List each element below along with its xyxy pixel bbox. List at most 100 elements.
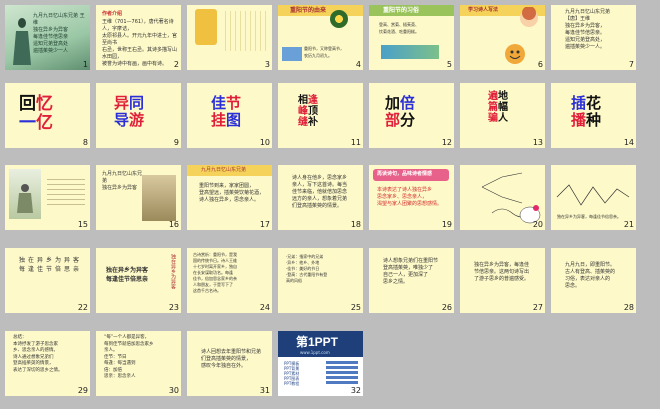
slide-body: 九月九日忆山东兄弟 独在异乡为异客 [102,171,143,191]
slide-number: 20 [532,220,543,229]
slide-number: 8 [82,138,88,147]
character-pair: 插花 播种 [571,94,602,129]
slide-thumbnail-1[interactable]: 九月九日忆山东兄弟 王维 独在异乡为异客 每逢佳节倍思亲 遥知兄弟登高处 遍插茱萸少一人… [5,5,90,70]
slide-thumbnail-11[interactable]: 相逢 峰顶 缝补 11 [278,83,363,148]
slide-number: 28 [623,303,634,312]
slide-body: 诗人想象兄弟们在重阳节 登高插茱萸，唯独少了 自己一人，更加深了 思乡之情。 [383,258,439,285]
slide-thumbnail-4[interactable]: 重阳节的由来 重阳节，又称登高节， 农历九月初九。 4 [278,5,363,70]
slide-title: 重阳节的由来 [290,7,327,14]
slide-title: 重阳节的习俗 [383,7,420,14]
brand-logo: 第1PPT [296,335,339,349]
slide-thumbnail-24[interactable]: 古诗赏析：重阳节，是我 国的传统节日。诗人王维 十七岁时离开家乡，独自 在长安谋取功名… [187,248,272,313]
character-pair: 相逢 峰顶 缝补 [298,95,318,128]
slide-body: 本诗表达了诗人独在异乡 思念家乡、思念亲人， 渴望与家人团聚的思想感情。 [377,187,443,207]
slide-number: 32 [350,386,361,395]
slide-thumbnail-27[interactable]: 独在异乡为异客，每逢佳 节倍思亲。这两句诗写出 了游子思乡的普遍感受。 27 [460,248,545,313]
cartoon-girl-icon [520,7,538,27]
slide-number: 22 [77,303,88,312]
slide-title: 九月九日忆山东兄弟 [201,167,247,173]
slide-number: 26 [441,303,452,312]
slide-caption: 独在异乡为异客，每逢佳节倍思亲。 [557,214,621,219]
slide-body: 九月九日，即重阳节。 古人有登高、插茱萸的 习俗，表达对亲人的 思念。 [565,262,616,289]
vertical-title: 独在异乡为异客 [170,254,176,289]
slide-thumbnail-2[interactable]: 作者介绍 王维（701—761），唐代著名诗人，字摩诘， 太原祁县人。开元九年中进… [96,5,181,70]
slide-thumbnail-9[interactable]: 异同 导游 9 [96,83,181,148]
slide-thumbnail-8[interactable]: 回忆 一亿 8 [5,83,90,148]
slide-body: 总结： 本诗抒发了游子思念家 乡、思念亲人的感情。 诗人通过想象兄弟们 登高插茱萸的情景… [13,335,63,373]
slide-number: 16 [168,220,179,229]
chrysanthemum-image [330,10,348,28]
slide-number: 21 [623,220,634,229]
slide-thumbnail-32[interactable]: 第1PPT www.1ppt.com PPT模板 PPT背景 PPT素材 PPT图表 P… [278,331,363,396]
character-pair: 遍地 篇幅 骗人 [488,91,508,124]
slide-thumbnail-25[interactable]: ·兄弟：指家中的兄弟 ·异乡：他乡、外地 ·佳节：美好的节日 ·登高：古代重阳节有登 … [278,248,363,313]
slide-number: 4 [355,60,361,69]
photo-strip [381,45,439,59]
mountain-painting [142,175,176,221]
slide-number: 3 [264,60,270,69]
slide-thumbnail-20[interactable]: 20 [460,165,545,230]
slide-thumbnail-21[interactable]: 独在异乡为异客，每逢佳节倍思亲。 21 [551,165,636,230]
slide-caption: 登高、赏菊、插茱萸、 饮菊花酒、吃重阳糕。 [379,22,419,34]
slide-heading: 作者介绍 [102,11,123,17]
slide-body: 诗人身在他乡，思念家乡 亲人，写下这首诗。每当 佳节来临，他就倍加思念 远方的亲人，想… [292,175,348,209]
slide-number: 17 [259,220,270,229]
slide-number: 18 [350,220,361,229]
slide-number: 24 [259,303,270,312]
slide-thumbnail-19[interactable]: 再读诗句，品味诗者情感 本诗表达了诗人独在异乡 思念家乡、思念亲人， 渴望与家人团聚… [369,165,454,230]
slide-thumbnail-15[interactable]: 15 [5,165,90,230]
link-list: PPT模板 PPT背景 PPT素材 PPT图表 PPT教程 [284,361,300,386]
slide-thumbnail-30[interactable]: “每”一个人都是异客， 每到佳节就倍加思念家乡 亲人。 佳节：节日 每逢：每当遇到 倍：加… [96,331,181,396]
text-block [221,11,269,51]
character-pair: 异同 导游 [114,94,145,129]
slide-thumbnail-14[interactable]: 插花 播种 14 [551,83,636,148]
slide-body: 古诗赏析：重阳节，是我 国的传统节日。诗人王维 十七岁时离开家乡，独自 在长安谋取功名… [193,252,237,293]
slide-thumbnail-28[interactable]: 九月九日，即重阳节。 古人有登高、插茱萸的 习俗，表达对亲人的 思念。 28 [551,248,636,313]
slide-body: 重阳节到来，家家团圆， 登高望远，插茱萸饮菊花酒， 诗人独在异乡，思念亲人。 [199,183,265,203]
slide-number: 27 [532,303,543,312]
slide-thumbnail-26[interactable]: 诗人想象兄弟们在重阳节 登高插茱萸，唯独少了 自己一人，更加深了 思乡之情。 26 [369,248,454,313]
poet-figure-icon [17,184,33,213]
character-pair: 佳节 挂图 [211,94,242,129]
character-pair: 加倍 部分 [385,94,416,129]
slide-thumbnail-13[interactable]: 遍地 篇幅 骗人 13 [460,83,545,148]
poet-figure-icon [13,18,31,65]
slide-number: 29 [77,386,88,395]
slide-thumbnail-12[interactable]: 加倍 部分 12 [369,83,454,148]
slide-thumbnail-17[interactable]: 九月九日忆山东兄弟 重阳节到来，家家团圆， 登高望远，插茱萸饮菊花酒， 诗人独在异乡… [187,165,272,230]
slide-thumbnail-3[interactable]: 3 [187,5,272,70]
slide-number: 19 [441,220,452,229]
slide-number: 7 [628,60,634,69]
slide-number: 30 [168,386,179,395]
poem-text: 九月九日忆山东兄弟 王维 独在异乡为异客 每逢佳节倍思亲 遥知兄弟登高处 遍插茱萸少一人 [33,13,85,54]
slide-body: 独在异乡为异客 每逢佳节倍思亲 [106,267,149,283]
slide-thumbnail-6[interactable]: 学习诗人写法 6 [460,5,545,70]
poem-text: 九月九日忆山东兄弟 【唐】王维 独在异乡为异客， 每逢佳节倍思亲。 遥知兄弟登高处， 遍插… [565,9,611,50]
book-illustration [195,9,217,45]
slide-number: 6 [537,60,543,69]
wave-diagram [556,184,630,206]
slide-thumbnail-23[interactable]: 独在异乡为异客 每逢佳节倍思亲 独在异乡为异客 23 [96,248,181,313]
slide-thumbnail-10[interactable]: 佳节 挂图 10 [187,83,272,148]
slide-body: “每”一个人都是异客， 每到佳节就倍加思念家乡 亲人。 佳节：节日 每逢：每当遇到 倍：加… [104,335,154,379]
slide-thumbnail-5[interactable]: 重阳节的习俗 登高、赏菊、插茱萸、 饮菊花酒、吃重阳糕。 5 [369,5,454,70]
slide-thumbnail-7[interactable]: 九月九日忆山东兄弟 【唐】王维 独在异乡为异客， 每逢佳节倍思亲。 遥知兄弟登高处， 遍插… [551,5,636,70]
slide-number: 2 [173,60,179,69]
slide-number: 25 [350,303,361,312]
slide-thumbnail-16[interactable]: 九月九日忆山东兄弟 独在异乡为异客 16 [96,165,181,230]
slide-body: 独在异乡为异客，每逢佳 节倍思亲。这两句诗写出 了游子思乡的普遍感受。 [474,262,530,282]
slide-number: 14 [623,138,634,147]
text-block [47,175,85,205]
slide-number: 13 [532,138,543,147]
slide-thumbnail-22[interactable]: 独在异乡为异客 每逢佳节倍思亲 22 [5,248,90,313]
slide-number: 5 [446,60,452,69]
slide-thumbnail-31[interactable]: 诗人回想去年重阳节和兄弟 们登高插茱萸的情景， 感叹今年独自在外。 31 [187,331,272,396]
slide-number: 31 [259,386,270,395]
slide-number: 12 [441,138,452,147]
character-pair: 回忆 一亿 [19,94,53,133]
slide-thumbnail-18[interactable]: 诗人身在他乡，思念家乡 亲人，写下这首诗。每当 佳节来临，他就倍加思念 远方的亲人，想… [278,165,363,230]
slide-number: 10 [259,138,270,147]
slide-thumbnail-29[interactable]: 总结： 本诗抒发了游子思念家 乡、思念亲人的感情。 诗人通过想象兄弟们 登高插茱萸的情景… [5,331,90,396]
scenery-image [282,47,302,61]
slide-body: 独在异乡为异客 每逢佳节倍思亲 [19,257,83,273]
